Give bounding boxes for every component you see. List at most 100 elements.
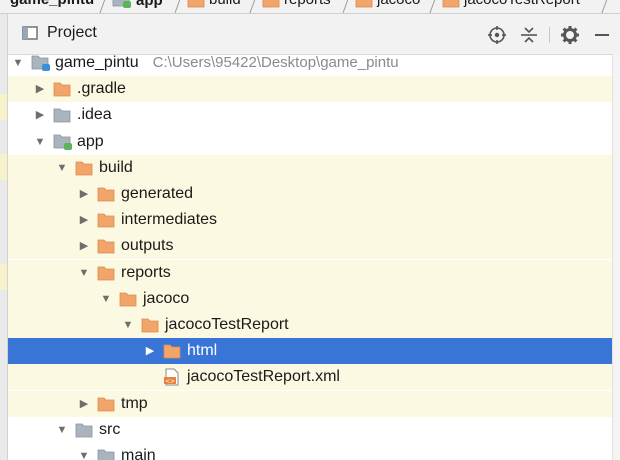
module-folder-icon [53,134,72,150]
breadcrumb-item[interactable]: app [112,0,163,9]
tree-item-label: html [187,342,218,360]
tree-row[interactable]: <> jacocoTestReport.xml [8,364,612,391]
expand-arrow-down-icon[interactable]: ▼ [56,417,68,443]
tree-row[interactable]: ▼ reports [8,259,612,286]
tree-item-label: tmp [121,394,148,412]
breadcrumb-item[interactable]: reports [262,0,331,8]
minimize-button[interactable] [591,24,613,46]
expand-arrow-right-icon[interactable]: ▶ [144,338,156,364]
collapse-all-button[interactable] [518,24,540,46]
orange-folder-icon [187,0,205,7]
expand-arrow-down-icon[interactable]: ▼ [34,129,46,155]
expand-arrow-down-icon[interactable]: ▼ [56,155,68,181]
tree-item-label: .gradle [77,80,126,98]
expand-arrow-right-icon[interactable]: ▶ [34,76,46,102]
expand-arrow-right-icon[interactable]: ▶ [78,181,90,207]
tree-item-label: reports [121,263,171,281]
tree-item-label: game_pintu [55,54,139,71]
tree-item-label: build [99,158,133,176]
locate-icon [488,26,506,44]
breadcrumb-separator [429,0,436,13]
tree-item-label: jacocoTestReport.xml [187,368,340,386]
tree-item-label: src [99,420,121,438]
project-path: C:\Users\95422\Desktop\game_pintu [152,54,399,71]
tree-item-label: generated [121,185,194,202]
project-view-selector[interactable]: Project [22,24,97,42]
collapse-all-icon [521,27,537,43]
orange-folder-icon [355,0,373,7]
locate-button[interactable] [486,24,508,46]
tree-row[interactable]: ▶ .gradle [8,76,612,103]
expand-arrow-down-icon[interactable]: ▼ [12,54,24,76]
expand-arrow-down-icon[interactable]: ▼ [78,260,90,286]
settings-button[interactable] [559,24,581,46]
tree-row[interactable]: ▼ jacoco [8,285,612,312]
gear-icon [561,26,579,44]
orange-folder-icon [163,344,181,359]
orange-folder-icon [141,318,159,333]
xml-file-icon: <> [164,368,179,386]
module-folder-icon [31,55,50,71]
orange-folder-icon [53,82,71,97]
breadcrumb-label: game_pintu [10,0,94,8]
tree-row[interactable]: ▼ game_pintu C:\Users\95422\Desktop\game_p… [8,54,612,76]
breadcrumb-item[interactable]: build [187,0,241,8]
navigation-breadcrumb: game_pintu app build reports jacoco jacocoTes… [0,0,620,14]
breadcrumb-label: jacocoTestReport [464,0,580,8]
tree-item-label: outputs [121,237,174,255]
tree-row[interactable]: ▼ app [8,129,612,155]
breadcrumb-separator [99,0,106,13]
orange-folder-icon [75,161,93,176]
module-folder-icon [112,0,131,8]
vertical-scrollbar[interactable] [612,54,620,460]
tree-row[interactable]: ▶ generated [8,181,612,207]
breadcrumb-item[interactable]: jacocoTestReport [442,0,580,8]
orange-folder-icon [97,266,115,280]
orange-folder-icon [119,292,137,307]
breadcrumb-item[interactable]: game_pintu [6,0,94,8]
tree-item-label: jacocoTestReport [165,316,289,333]
tree-row[interactable]: ▼ main [8,443,612,460]
tree-row[interactable]: ▶ tmp [8,390,612,417]
tree-item-label: app [77,132,104,150]
breadcrumb-label: app [136,0,163,9]
tree-row[interactable]: ▼ build [8,154,612,181]
tree-row[interactable]: ▶ html [8,338,612,365]
gray-folder-icon [97,449,115,460]
breadcrumb-label: build [209,0,241,8]
expand-arrow-right-icon[interactable]: ▶ [78,391,90,417]
project-panel-title: Project [47,24,97,41]
breadcrumb-separator [174,0,181,13]
tree-item-label: jacoco [143,289,190,307]
expand-arrow-right-icon[interactable]: ▶ [34,102,46,128]
tree-row[interactable]: ▶ outputs [8,233,612,260]
expand-arrow-right-icon[interactable]: ▶ [78,207,90,233]
project-view-icon [22,26,38,40]
left-tool-strip [0,14,8,460]
expand-arrow-down-icon[interactable]: ▼ [122,312,134,338]
tree-row[interactable]: ▶ intermediates [8,207,612,234]
svg-text:<>: <> [165,378,175,385]
header-divider [549,27,550,43]
expand-arrow-down-icon[interactable]: ▼ [100,286,112,312]
orange-folder-icon [442,0,460,7]
expand-arrow-down-icon[interactable]: ▼ [78,443,90,460]
tree-item-label: main [121,447,156,460]
orange-folder-icon [97,213,115,228]
project-tree: ▼ game_pintu C:\Users\95422\Desktop\game_p… [8,54,612,460]
expand-arrow-right-icon[interactable]: ▶ [78,233,90,259]
project-panel-header: Project [8,14,620,55]
tree-item-label: .idea [77,106,112,124]
tree-row[interactable]: ▼ jacocoTestReport [8,312,612,338]
tree-item-label: intermediates [121,211,218,229]
orange-folder-icon [97,187,115,202]
breadcrumb-separator [249,0,256,13]
breadcrumb-label: jacoco [377,0,420,8]
breadcrumb-separator [342,0,349,13]
orange-folder-icon [262,0,280,7]
breadcrumb-item[interactable]: jacoco [355,0,420,8]
tree-row[interactable]: ▶ .idea [8,102,612,128]
tree-row[interactable]: ▼ src [8,417,612,443]
orange-folder-icon [97,239,115,254]
gray-folder-icon [75,423,93,438]
